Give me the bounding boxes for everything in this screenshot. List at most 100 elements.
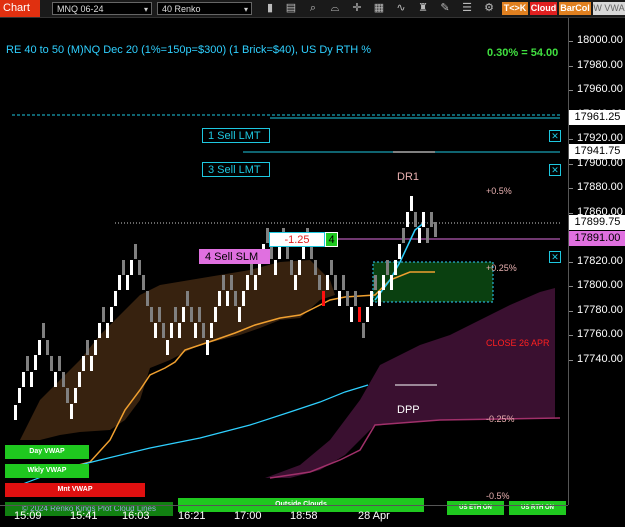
renko-brick: [370, 291, 373, 306]
renko-brick: [330, 260, 333, 275]
renko-brick: [50, 356, 53, 371]
chart-style-icon[interactable]: ▤: [283, 1, 299, 16]
price-tick-label: 17760.00: [577, 328, 623, 340]
price-tick-label: 17920.00: [577, 132, 623, 144]
renko-brick: [230, 275, 233, 290]
sell-slm-4-label: 4 Sell SLM: [205, 251, 259, 263]
renko-brick: [70, 404, 73, 419]
renko-brick: [38, 340, 41, 355]
renko-brick: [150, 307, 153, 322]
renko-brick: [426, 228, 429, 243]
renko-brick: [134, 244, 137, 259]
close-icon[interactable]: ✕: [549, 251, 561, 263]
templates-icon[interactable]: ☰: [459, 1, 475, 16]
price-tick-mark: [569, 139, 573, 140]
last-price-badge: 17899.75: [569, 215, 625, 230]
renko-brick: [390, 275, 393, 290]
renko-brick: [202, 323, 205, 338]
renko-brick: [434, 222, 437, 237]
chart-toolbar: Chart MNQ 06-24 ▾ 40 Renko ▾ ▮ ▤ ⌕ ⌓ ✛ ▦…: [0, 0, 625, 18]
renko-brick: [242, 291, 245, 306]
renko-brick: [418, 228, 421, 243]
renko-brick: [294, 275, 297, 290]
renko-brick: [222, 275, 225, 290]
minus-025-label: -0.25%: [486, 414, 515, 424]
bar-type-select[interactable]: 40 Renko ▾: [157, 2, 252, 15]
sell-slm-4-price-badge: 17891.00: [569, 231, 625, 246]
cloud-toggle-button[interactable]: Cloud: [530, 2, 557, 15]
renko-brick: [246, 275, 249, 290]
price-tick-label: 17980.00: [577, 58, 623, 71]
minus-05-label: -0.5%: [486, 491, 510, 501]
zoom-icon[interactable]: ⌕: [305, 1, 321, 16]
chart-panel[interactable]: RE 40 to 50 (M)NQ Dec 20 (1%=150p=$300) …: [0, 18, 568, 516]
renko-brick: [274, 260, 277, 275]
renko-brick: [414, 212, 417, 227]
mnt-vwap-label: Mnt VWAP: [5, 483, 145, 497]
renko-brick: [422, 212, 425, 227]
renko-brick: [398, 244, 401, 259]
time-tick-label: 16:03: [122, 510, 150, 522]
renko-brick: [74, 388, 77, 403]
vwap-toggle-button[interactable]: W VWA: [593, 2, 625, 15]
renko-brick: [350, 307, 353, 322]
renko-brick: [386, 260, 389, 275]
indicators-icon[interactable]: ∿: [393, 1, 409, 16]
renko-brick: [430, 212, 433, 227]
price-tick-label: 17780.00: [577, 303, 623, 316]
price-tick-mark: [569, 188, 573, 189]
price-axis[interactable]: 18000.0017980.0017960.0017940.0017920.00…: [568, 18, 625, 505]
renko-brick: [402, 228, 405, 243]
chevron-down-icon: ▾: [243, 5, 248, 14]
renko-brick: [78, 372, 81, 387]
sell-lmt-1-label: 1 Sell LMT: [208, 130, 261, 142]
renko-brick: [354, 291, 357, 306]
renko-brick: [62, 372, 65, 387]
price-tick-mark: [569, 286, 573, 287]
renko-brick: [254, 275, 257, 290]
renko-brick: [98, 323, 101, 338]
renko-brick: [54, 372, 57, 387]
dr1-label: DR1: [397, 171, 420, 183]
drawing-tools-icon[interactable]: ✎: [437, 1, 453, 16]
strategies-icon[interactable]: ♜: [415, 1, 431, 16]
crosshair-icon[interactable]: ✛: [349, 1, 365, 16]
dpp-label: DPP: [397, 404, 420, 416]
price-tick-mark: [569, 359, 573, 361]
position-pnl-box[interactable]: -1.25: [269, 232, 325, 247]
renko-brick: [182, 307, 185, 322]
sell-slm-4-order[interactable]: 4 Sell SLM: [199, 249, 270, 264]
renko-brick: [158, 307, 161, 322]
renko-brick: [198, 307, 201, 322]
barcol-toggle-button[interactable]: BarCol: [559, 2, 591, 15]
magnet-icon[interactable]: ⌓: [327, 1, 343, 16]
renko-brick: [154, 323, 157, 338]
renko-brick: [298, 260, 301, 275]
renko-brick: [22, 372, 25, 387]
renko-brick: [358, 307, 361, 322]
renko-brick: [226, 291, 229, 306]
renko-brick: [338, 291, 341, 306]
chevron-down-icon: ▾: [143, 5, 148, 14]
renko-brick: [362, 323, 365, 338]
time-axis[interactable]: 15:09 15:41 16:03 16:21 17:00 18:58 28 Apr: [0, 505, 568, 527]
close-icon[interactable]: ✕: [549, 130, 561, 142]
price-tick-mark: [569, 163, 573, 165]
renko-brick: [126, 275, 129, 290]
bar-chart-icon[interactable]: ▮: [262, 1, 278, 16]
close-icon[interactable]: ✕: [549, 164, 561, 176]
renko-brick: [382, 275, 385, 290]
chart-canvas[interactable]: [0, 18, 568, 505]
data-box-icon[interactable]: ▦: [371, 1, 387, 16]
position-qty-box[interactable]: 4: [325, 232, 338, 247]
tk-toggle-button[interactable]: T<>K: [502, 2, 528, 15]
renko-brick: [346, 291, 349, 306]
sell-lmt-3-order[interactable]: 3 Sell LMT: [202, 162, 270, 177]
chart-title: RE 40 to 50 (M)NQ Dec 20 (1%=150p=$300) …: [6, 44, 372, 56]
properties-icon[interactable]: ⚙: [481, 1, 497, 16]
renko-brick: [146, 291, 149, 306]
renko-brick: [110, 307, 113, 322]
renko-brick: [90, 356, 93, 371]
sell-lmt-1-order[interactable]: 1 Sell LMT: [202, 128, 270, 143]
instrument-select[interactable]: MNQ 06-24 ▾: [52, 2, 152, 15]
